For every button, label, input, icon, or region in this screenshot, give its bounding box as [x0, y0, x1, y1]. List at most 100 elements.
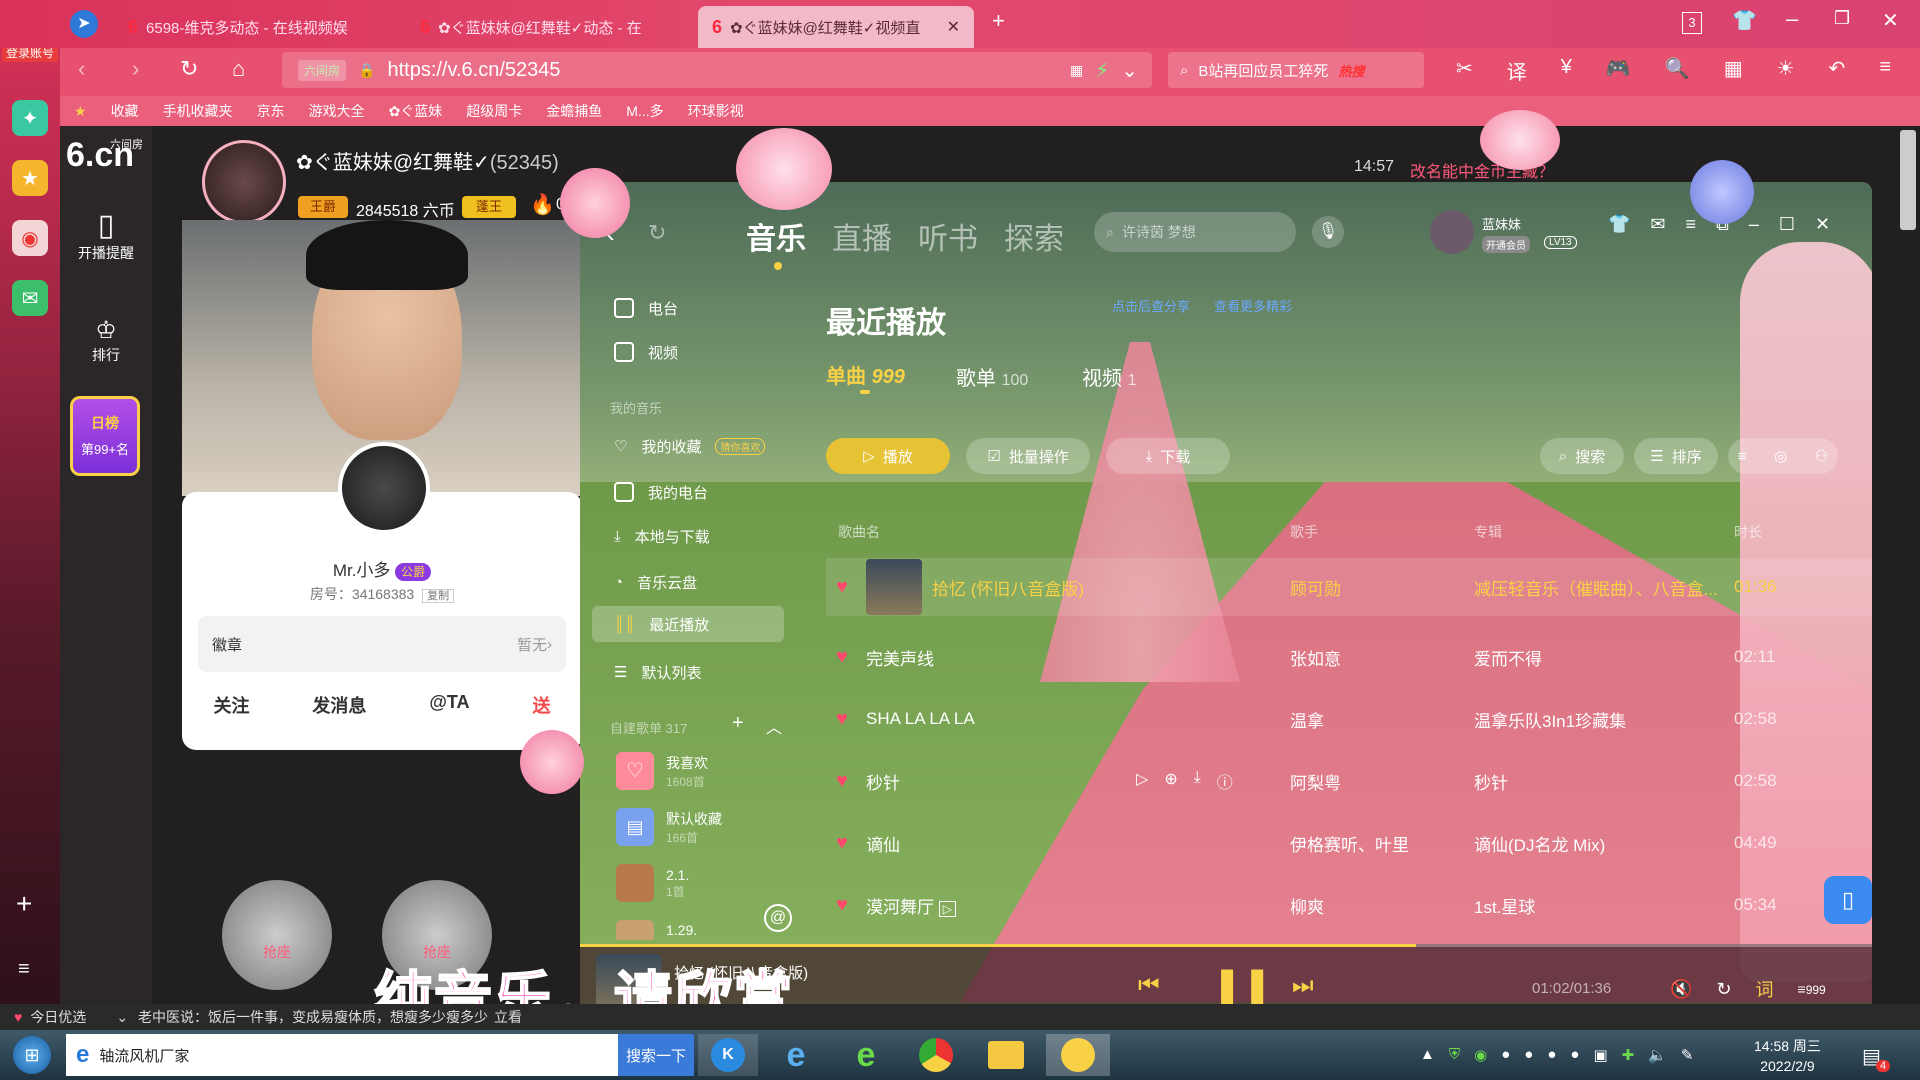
sidebar-item-video[interactable]: 视频: [614, 340, 678, 364]
sidebar-item-favorites[interactable]: ♡ 我的收藏 猜你喜欢: [614, 434, 766, 458]
playlist-icon[interactable]: ≡999: [1798, 981, 1826, 997]
song-name[interactable]: SHA LA LA LA: [866, 709, 1286, 729]
song-artist[interactable]: 阿梨粤: [1290, 769, 1474, 794]
next-icon[interactable]: ⏭: [1292, 972, 1314, 1000]
song-album[interactable]: 秒针: [1474, 769, 1724, 794]
chrome-taskbar-icon[interactable]: [906, 1034, 966, 1076]
qq-icon[interactable]: ●: [1501, 1046, 1510, 1064]
maximize-icon[interactable]: ☐: [1779, 214, 1795, 235]
qr-icon[interactable]: ▦: [1070, 62, 1083, 79]
song-name[interactable]: 谪仙: [866, 831, 1286, 856]
mv-icon[interactable]: ▷: [938, 900, 956, 917]
heart-icon[interactable]: ♥: [826, 646, 866, 669]
list-view-icon[interactable]: ≡: [1738, 448, 1747, 465]
bookmark-item[interactable]: ✿ぐ蓝妹: [389, 101, 443, 121]
song-row[interactable]: ♥ 完美声线 张如意 爱而不得 02:11: [826, 628, 1872, 686]
page-link-share[interactable]: 点击后查分享: [1112, 296, 1190, 315]
song-row[interactable]: ♥ 谪仙 伊格赛听、叶里 谪仙(DJ名龙 Mix) 04:49: [826, 814, 1872, 872]
folder-taskbar-icon[interactable]: [976, 1034, 1036, 1076]
refresh-icon[interactable]: ↻: [180, 56, 198, 82]
add-icon[interactable]: ✚: [1622, 1046, 1635, 1064]
network-icon[interactable]: ▣: [1593, 1046, 1607, 1064]
sidebar-item-my-radio[interactable]: 我的电台: [614, 480, 708, 504]
song-row[interactable]: ♥ SHA LA LA LA 温拿 温拿乐队3In1珍藏集 02:58: [826, 690, 1872, 748]
browser-taskbar-icon[interactable]: e: [836, 1034, 896, 1076]
play-icon[interactable]: ▷: [1136, 769, 1148, 793]
tab-2[interactable]: 6 ✿ぐ蓝妹妹@红舞鞋✓动态 - 在: [406, 6, 696, 48]
skin-icon[interactable]: 👕: [1608, 214, 1630, 235]
playlist-item[interactable]: ▤ 默认收藏 166首: [616, 808, 722, 846]
today-label[interactable]: 今日优选: [30, 1007, 86, 1027]
qq-icon[interactable]: ●: [1524, 1046, 1533, 1064]
bookmark-item[interactable]: 手机收藏夹: [163, 101, 233, 121]
translate-icon[interactable]: 译: [1507, 56, 1527, 85]
menu-icon[interactable]: ≡: [1686, 214, 1697, 235]
bookmark-item[interactable]: 环球影视: [688, 101, 744, 121]
undo-icon[interactable]: ↶: [1829, 56, 1846, 85]
song-album[interactable]: 谪仙(DJ名龙 Mix): [1474, 831, 1724, 856]
taskbar-search-button[interactable]: 搜索一下: [618, 1034, 694, 1076]
notify-nav[interactable]: ▯ 开播提醒: [60, 208, 152, 288]
forward-icon[interactable]: ›: [132, 56, 139, 82]
anchor-avatar[interactable]: [202, 140, 286, 224]
menu-icon[interactable]: ≡: [18, 958, 30, 981]
tab-live[interactable]: 直播: [832, 214, 892, 258]
playlist-item[interactable]: 2.1. 1首: [616, 864, 689, 902]
disc-view-icon[interactable]: ◎: [1774, 447, 1787, 465]
subtab-videos[interactable]: 视频 1: [1082, 362, 1136, 391]
loop-icon[interactable]: ↻: [1716, 979, 1731, 1000]
song-artist[interactable]: 张如意: [1290, 645, 1474, 670]
profile-avatar[interactable]: [338, 442, 430, 534]
minimize-icon[interactable]: –: [1786, 6, 1798, 32]
at-icon[interactable]: @: [764, 904, 792, 932]
batch-button[interactable]: ☑ 批量操作: [966, 438, 1090, 474]
sort-button[interactable]: ☰ 排序: [1634, 438, 1718, 474]
news-text[interactable]: 老中医说：饭后一件事，变成易瘦体质，想瘦多少瘦多少: [138, 1007, 488, 1027]
bookmark-item[interactable]: 超级周卡: [466, 101, 522, 121]
person-view-icon[interactable]: ⚇: [1815, 447, 1828, 465]
song-name[interactable]: 拾忆 (怀旧八音盒版): [932, 575, 1352, 600]
restore-icon[interactable]: ❐: [1834, 8, 1850, 29]
tab-3[interactable]: 6 ✿ぐ蓝妹妹@红舞鞋✓视频直 ✕: [698, 6, 974, 48]
lightning-icon[interactable]: ⚡: [1095, 58, 1109, 83]
download-icon[interactable]: ⤓: [1194, 769, 1201, 793]
tab-explore[interactable]: 探索: [1004, 214, 1064, 258]
star-icon[interactable]: ★: [12, 160, 48, 196]
menu-icon[interactable]: ≡: [1879, 56, 1891, 85]
volume-icon[interactable]: 🔈: [1648, 1046, 1667, 1064]
shield-icon[interactable]: ⛨: [1449, 1046, 1460, 1064]
minimize-icon[interactable]: –: [1749, 214, 1759, 235]
lyric-button[interactable]: 词: [1756, 976, 1774, 1002]
url-text[interactable]: https://v.6.cn/52345: [387, 59, 560, 82]
music-search[interactable]: ⌕ 许诗茵 梦想: [1094, 212, 1296, 252]
heart-icon[interactable]: ♥: [826, 576, 866, 599]
input-icon[interactable]: ✎: [1681, 1046, 1694, 1064]
phone-sync-button[interactable]: ▯: [1824, 876, 1872, 924]
taskbar-search[interactable]: e 轴流风机厂家: [66, 1034, 618, 1076]
tab-music[interactable]: 音乐: [746, 214, 806, 258]
scrollbar[interactable]: [1900, 130, 1916, 230]
song-row[interactable]: ♥ 秒针 ▷ ⊕ ⤓ ⓘ 阿梨粤 秒针 02:58: [826, 752, 1872, 810]
mail-icon[interactable]: ✉: [12, 280, 48, 316]
wechat-icon[interactable]: ◉: [1474, 1046, 1487, 1064]
voice-search-icon[interactable]: 🎙: [1312, 216, 1344, 248]
coin-icon[interactable]: ¥: [1561, 56, 1572, 85]
heart-icon[interactable]: ♥: [826, 894, 866, 917]
tab-audiobook[interactable]: 听书: [918, 214, 978, 258]
skin-icon[interactable]: 👕: [1732, 8, 1757, 33]
more-icon[interactable]: ⓘ: [1217, 769, 1233, 793]
play-all-button[interactable]: ▷ 播放: [826, 438, 950, 474]
sidebar-item-radio[interactable]: 电台: [614, 296, 678, 320]
mention-button[interactable]: @TA: [429, 692, 469, 722]
subtab-playlists[interactable]: 歌单 100: [956, 362, 1028, 391]
song-artist[interactable]: 伊格赛听、叶里: [1290, 831, 1474, 856]
subtab-songs[interactable]: 单曲 999: [826, 360, 905, 389]
follow-button[interactable]: 关注: [213, 692, 249, 722]
start-button[interactable]: ⊞: [8, 1034, 56, 1076]
heart-icon[interactable]: ♥: [826, 708, 866, 731]
sidebar-item-local[interactable]: ⤓ 本地与下载: [614, 524, 710, 548]
add-playlist-icon[interactable]: +: [732, 712, 744, 735]
song-row[interactable]: ♥ 漠河舞厅 ▷ 柳爽 1st.星球 05:34: [826, 876, 1872, 934]
user-avatar[interactable]: [1430, 210, 1474, 254]
song-artist[interactable]: 温拿: [1290, 707, 1474, 732]
